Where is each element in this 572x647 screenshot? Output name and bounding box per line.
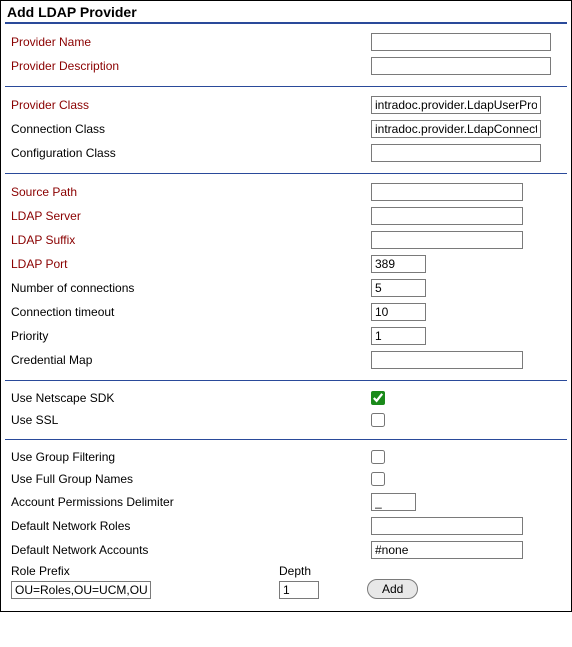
role-prefix-label: Role Prefix (11, 564, 271, 581)
use-full-group-names-checkbox[interactable] (371, 472, 385, 486)
ldap-server-label: LDAP Server (11, 209, 371, 223)
section-sdk-ssl: Use Netscape SDK Use SSL (5, 387, 567, 431)
depth-input[interactable] (279, 581, 319, 599)
use-netscape-sdk-label: Use Netscape SDK (11, 391, 371, 405)
account-permissions-delimiter-input[interactable] (371, 493, 416, 511)
row-use-full-group-names: Use Full Group Names (11, 468, 561, 490)
default-network-accounts-input[interactable] (371, 541, 523, 559)
divider (5, 380, 567, 381)
role-prefix-input[interactable] (11, 581, 151, 599)
default-network-accounts-label: Default Network Accounts (11, 543, 371, 557)
section-classes: Provider Class Connection Class Configur… (5, 93, 567, 165)
row-use-ssl: Use SSL (11, 409, 561, 431)
provider-description-input[interactable] (371, 57, 551, 75)
connection-timeout-label: Connection timeout (11, 305, 371, 319)
depth-label: Depth (279, 564, 359, 581)
section-connection: Source Path LDAP Server LDAP Suffix LDAP… (5, 180, 567, 372)
priority-label: Priority (11, 329, 371, 343)
use-group-filtering-label: Use Group Filtering (11, 450, 371, 464)
row-account-permissions-delimiter: Account Permissions Delimiter (11, 490, 561, 514)
connection-timeout-input[interactable] (371, 303, 426, 321)
connection-class-label: Connection Class (11, 122, 371, 136)
row-connection-timeout: Connection timeout (11, 300, 561, 324)
use-netscape-sdk-checkbox[interactable] (371, 391, 385, 405)
divider (5, 439, 567, 440)
row-use-group-filtering: Use Group Filtering (11, 446, 561, 468)
source-path-label: Source Path (11, 185, 371, 199)
use-full-group-names-label: Use Full Group Names (11, 472, 371, 486)
divider (5, 173, 567, 174)
ldap-port-input[interactable] (371, 255, 426, 273)
ldap-suffix-input[interactable] (371, 231, 523, 249)
row-provider-description: Provider Description (11, 54, 561, 78)
row-role-prefix: Role Prefix Depth Add (5, 562, 567, 601)
provider-class-label: Provider Class (11, 98, 371, 112)
row-ldap-suffix: LDAP Suffix (11, 228, 561, 252)
row-use-netscape-sdk: Use Netscape SDK (11, 387, 561, 409)
source-path-input[interactable] (371, 183, 523, 201)
account-permissions-delimiter-label: Account Permissions Delimiter (11, 495, 371, 509)
divider (5, 86, 567, 87)
provider-name-input[interactable] (371, 33, 551, 51)
default-network-roles-label: Default Network Roles (11, 519, 371, 533)
configuration-class-input[interactable] (371, 144, 541, 162)
row-provider-class: Provider Class (11, 93, 561, 117)
add-ldap-provider-form: Add LDAP Provider Provider Name Provider… (0, 0, 572, 612)
provider-class-input[interactable] (371, 96, 541, 114)
ldap-port-label: LDAP Port (11, 257, 371, 271)
credential-map-label: Credential Map (11, 353, 371, 367)
row-default-network-accounts: Default Network Accounts (11, 538, 561, 562)
divider (5, 22, 567, 24)
row-ldap-server: LDAP Server (11, 204, 561, 228)
row-priority: Priority (11, 324, 561, 348)
default-network-roles-input[interactable] (371, 517, 523, 535)
row-provider-name: Provider Name (11, 30, 561, 54)
use-ssl-label: Use SSL (11, 413, 371, 427)
section-groups-defaults: Use Group Filtering Use Full Group Names… (5, 446, 567, 562)
row-connection-class: Connection Class (11, 117, 561, 141)
use-ssl-checkbox[interactable] (371, 413, 385, 427)
page-title: Add LDAP Provider (5, 1, 567, 22)
provider-description-label: Provider Description (11, 59, 371, 73)
connection-class-input[interactable] (371, 120, 541, 138)
row-num-connections: Number of connections (11, 276, 561, 300)
use-group-filtering-checkbox[interactable] (371, 450, 385, 464)
row-configuration-class: Configuration Class (11, 141, 561, 165)
num-connections-input[interactable] (371, 279, 426, 297)
row-credential-map: Credential Map (11, 348, 561, 372)
priority-input[interactable] (371, 327, 426, 345)
credential-map-input[interactable] (371, 351, 523, 369)
add-button[interactable]: Add (367, 579, 418, 599)
provider-name-label: Provider Name (11, 35, 371, 49)
section-provider-identity: Provider Name Provider Description (5, 30, 567, 78)
row-ldap-port: LDAP Port (11, 252, 561, 276)
num-connections-label: Number of connections (11, 281, 371, 295)
ldap-suffix-label: LDAP Suffix (11, 233, 371, 247)
row-default-network-roles: Default Network Roles (11, 514, 561, 538)
row-source-path: Source Path (11, 180, 561, 204)
ldap-server-input[interactable] (371, 207, 523, 225)
configuration-class-label: Configuration Class (11, 146, 371, 160)
